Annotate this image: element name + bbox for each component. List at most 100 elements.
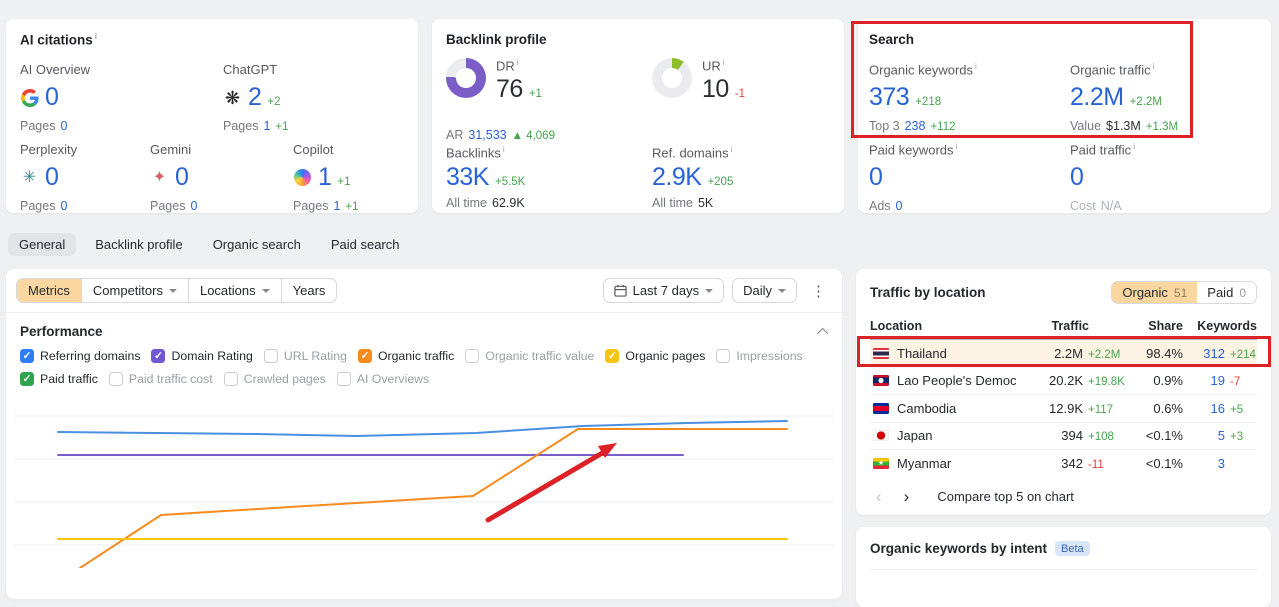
metric-value[interactable]: 373 [869,83,910,112]
metric-value[interactable]: 1 [318,163,332,192]
column-share[interactable]: Share [1129,319,1183,333]
granularity-label: Daily [743,283,772,298]
metric-label: Paid traffic [1070,142,1132,158]
checkbox-icon[interactable] [357,349,372,363]
collapse-chevron-icon[interactable] [816,327,829,339]
checkbox-icon[interactable] [20,372,34,386]
pages-value[interactable]: 1 [263,119,270,133]
location-row-thailand[interactable]: Thailand 2.2M +2.2M 98.4% 312 +214 [870,340,1257,368]
metric-checkbox-impressions[interactable]: Impressions [716,349,803,363]
metric-value[interactable]: 2.2M [1070,83,1124,112]
info-icon[interactable]: i [517,58,519,67]
column-keywords[interactable]: Keywords [1183,319,1257,333]
metrics-button[interactable]: Metrics [17,279,81,302]
info-icon[interactable]: i [731,145,733,154]
flag-japan-icon [873,430,889,442]
ar-value[interactable]: 31,533 [468,128,506,142]
column-location[interactable]: Location [870,319,1017,333]
dr-donut-chart [446,58,486,98]
metric-label: Organic traffic [1070,62,1151,78]
performance-line-chart[interactable] [6,390,842,568]
toggle-organic-label: Organic [1122,285,1168,300]
locations-dropdown[interactable]: Locations [187,279,281,302]
info-icon[interactable]: i [503,145,505,154]
compare-top5-label[interactable]: Compare top 5 on chart [937,489,1074,504]
location-row-laos[interactable]: Lao People's Democratic Reput 20.2K +19.8… [870,368,1257,395]
metric-delta: +1 [337,176,351,188]
metric-checkbox-referring-domains[interactable]: Referring domains [20,349,140,363]
sub-value[interactable]: 238 [905,119,926,133]
column-traffic[interactable]: Traffic [1017,319,1129,333]
checkbox-icon[interactable] [605,349,620,363]
tab-paid-search[interactable]: Paid search [320,233,411,256]
metric-value[interactable]: 0 [45,83,59,112]
copilot-icon [293,168,312,187]
location-table: Location Traffic Share Keywords Thailand… [856,312,1271,478]
info-icon[interactable]: i [723,58,725,67]
pages-value[interactable]: 0 [60,119,67,133]
metric-delta: +205 [707,176,734,189]
granularity-dropdown[interactable]: Daily [732,278,797,303]
info-icon[interactable]: i [975,62,977,71]
checkbox-icon[interactable] [336,372,351,386]
checkbox-icon[interactable] [465,349,480,363]
metric-checkbox-paid-traffic[interactable]: Paid traffic [20,372,98,386]
keywords-link[interactable]: 3 [1183,456,1225,471]
metric-value[interactable]: 0 [175,163,189,192]
metric-checkbox-url-rating[interactable]: URL Rating [263,349,347,363]
metric-checkbox-organic-traffic[interactable]: Organic traffic [357,349,455,363]
divider [870,569,1257,570]
keywords-link[interactable]: 5 [1183,428,1225,443]
tab-general[interactable]: General [8,233,77,256]
sub-value[interactable]: 0 [896,199,903,213]
checkbox-icon[interactable] [20,349,34,363]
checkbox-icon[interactable] [716,349,731,363]
pages-value[interactable]: 0 [190,199,197,213]
metric-checkbox-ai-overviews[interactable]: AI Overviews [336,372,429,386]
metric-value[interactable]: 2.9K [652,163,702,192]
prev-page-icon[interactable]: ‹ [870,488,888,505]
metric-checkbox-organic-traffic-value[interactable]: Organic traffic value [465,349,594,363]
keywords-delta: -7 [1230,376,1241,389]
more-options-menu[interactable]: ⋮ [805,282,832,300]
metric-delta: +1 [528,88,542,101]
metric-value[interactable]: 0 [869,163,883,192]
metric-checkbox-domain-rating[interactable]: Domain Rating [151,349,253,363]
location-row-japan[interactable]: Japan 394 +108 <0.1% 5 +3 [870,423,1257,450]
tab-organic-search[interactable]: Organic search [202,233,312,256]
metric-checkbox-paid-traffic-cost[interactable]: Paid traffic cost [108,372,213,386]
metric-value[interactable]: 0 [1070,163,1084,192]
metric-checkbox-crawled-pages[interactable]: Crawled pages [223,372,326,386]
info-icon[interactable]: i [1133,142,1135,151]
performance-header: Performance [6,313,842,339]
competitors-dropdown[interactable]: Competitors [80,279,188,302]
location-row-myanmar[interactable]: Myanmar 342 -11 <0.1% 3 [870,450,1257,478]
pages-value[interactable]: 0 [60,199,67,213]
date-range-dropdown[interactable]: Last 7 days [602,278,725,303]
metric-value[interactable]: 33K [446,163,489,192]
keywords-link[interactable]: 312 [1183,346,1225,361]
checkbox-icon[interactable] [151,349,166,363]
keywords-link[interactable]: 16 [1183,401,1225,416]
tab-backlink-profile[interactable]: Backlink profile [84,233,193,256]
metric-value[interactable]: 2 [248,83,262,112]
next-page-icon[interactable]: › [898,488,916,505]
metric-checkbox-organic-pages[interactable]: Organic pages [605,349,705,363]
checkbox-icon[interactable] [223,372,238,386]
pages-value[interactable]: 1 [333,199,340,213]
checkbox-icon[interactable] [108,372,123,386]
info-icon[interactable]: i [956,142,958,151]
keywords-link[interactable]: 19 [1183,373,1225,388]
info-icon[interactable]: i [95,32,97,41]
organic-paid-toggle: Organic 51 Paid 0 [1111,281,1257,304]
toggle-paid[interactable]: Paid 0 [1197,282,1256,303]
alltime-value: 5K [697,196,714,211]
metric-value[interactable]: 0 [45,163,59,192]
location-row-cambodia[interactable]: Cambodia 12.9K +117 0.6% 16 +5 [870,395,1257,423]
toggle-organic[interactable]: Organic 51 [1112,282,1198,303]
info-icon[interactable]: i [1153,62,1155,71]
backlink-profile-card: Backlink profile DR i 76 +1 AR 31,533 ▲ 4… [432,19,844,213]
checkbox-label: Organic traffic [377,349,455,363]
checkbox-icon[interactable] [263,349,278,363]
years-button[interactable]: Years [280,279,337,302]
